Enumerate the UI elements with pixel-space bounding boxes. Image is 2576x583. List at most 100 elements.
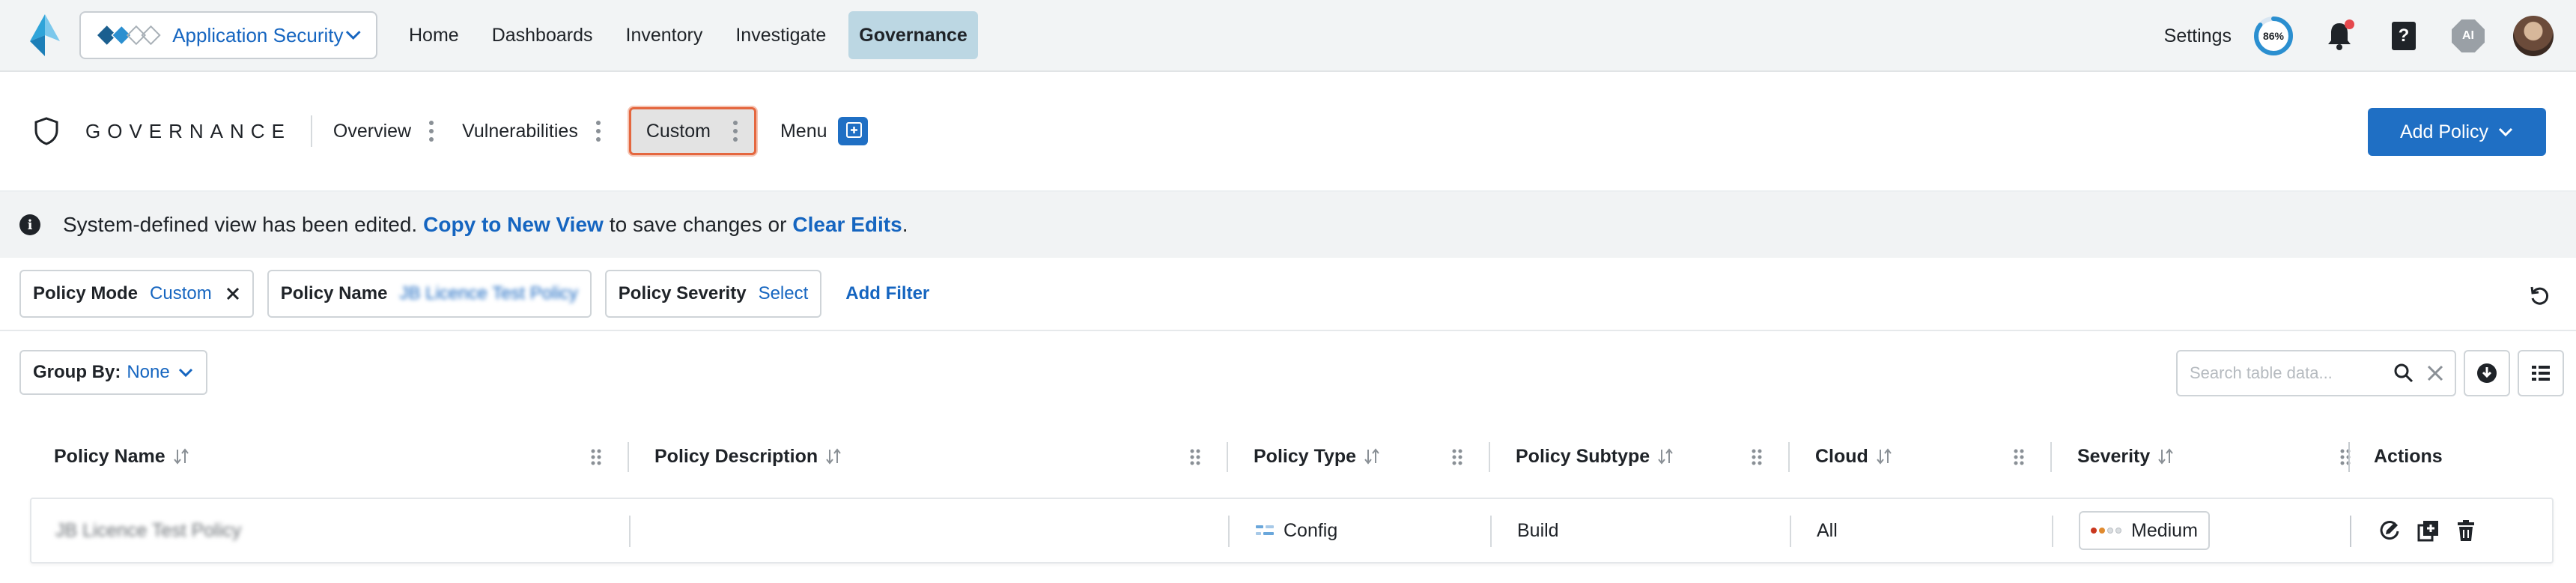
settings-link[interactable]: Settings xyxy=(2164,25,2232,47)
cell-policy-type: Config xyxy=(1255,499,1337,562)
column-header-label: Policy Description xyxy=(654,445,818,467)
copy-icon[interactable] xyxy=(2417,519,2440,542)
ai-assistant-button[interactable]: AI xyxy=(2449,16,2488,55)
filter-policy-mode[interactable]: Policy Mode Custom xyxy=(19,270,254,318)
nav-governance[interactable]: Governance xyxy=(848,11,978,59)
views-menu-label[interactable]: Menu xyxy=(780,121,827,142)
column-header-label: Policy Subtype xyxy=(1516,445,1650,467)
chevron-down-icon xyxy=(178,368,192,378)
app-selector[interactable]: Application Security xyxy=(79,11,377,59)
banner-text-middle: to save changes or xyxy=(609,213,787,236)
search-input[interactable] xyxy=(2190,363,2393,383)
add-policy-button[interactable]: Add Policy xyxy=(2368,108,2546,156)
kebab-menu-icon[interactable] xyxy=(428,119,435,143)
edit-icon[interactable] xyxy=(2378,519,2401,542)
banner-text: System-defined view has been edited. xyxy=(63,213,418,236)
table-row[interactable]: JB Licence Test Policy Config Build All … xyxy=(30,498,2554,564)
clear-search-icon[interactable] xyxy=(2426,364,2444,382)
search-icon[interactable] xyxy=(2393,363,2414,384)
cell-divider xyxy=(1228,516,1230,547)
kebab-menu-icon[interactable] xyxy=(732,119,739,143)
download-icon xyxy=(2477,363,2497,383)
cell-actions xyxy=(2378,499,2476,562)
shield-icon xyxy=(34,117,58,145)
config-icon xyxy=(1256,525,1274,535)
tab-custom[interactable]: Custom xyxy=(628,107,756,155)
tab-overview[interactable]: Overview xyxy=(333,119,441,143)
nav-dashboards[interactable]: Dashboards xyxy=(482,11,604,59)
drag-handle-icon[interactable] xyxy=(1189,448,1201,466)
clear-edits-link[interactable]: Clear Edits xyxy=(792,213,902,237)
column-settings-button[interactable] xyxy=(2518,350,2564,396)
add-view-icon xyxy=(845,122,862,138)
progress-percent: 86% xyxy=(2262,30,2285,42)
trash-icon[interactable] xyxy=(2456,519,2476,542)
notification-badge xyxy=(2345,19,2354,29)
filter-policy-name[interactable]: Policy Name JB Licence Test Policy xyxy=(267,270,592,318)
kebab-menu-icon[interactable] xyxy=(595,119,602,143)
cell-divider xyxy=(2052,516,2053,547)
tab-custom-label: Custom xyxy=(645,120,711,142)
drag-handle-icon[interactable] xyxy=(1751,448,1763,466)
column-divider[interactable] xyxy=(1788,442,1790,472)
column-header-label: Policy Type xyxy=(1254,445,1357,467)
cell-divider xyxy=(1490,516,1492,547)
sort-icon[interactable] xyxy=(1876,447,1892,465)
drag-handle-icon[interactable] xyxy=(2013,448,2025,466)
sort-icon[interactable] xyxy=(825,447,842,465)
policies-table: Policy Name Policy Description Policy Ty… xyxy=(0,415,2576,564)
notifications-button[interactable] xyxy=(2320,16,2359,55)
close-icon[interactable] xyxy=(225,286,240,301)
sort-icon[interactable] xyxy=(1657,447,1674,465)
info-icon: i xyxy=(19,214,40,235)
help-button[interactable]: ? xyxy=(2384,16,2423,55)
column-header-severity[interactable]: Severity xyxy=(2077,415,2174,498)
drag-handle-icon[interactable] xyxy=(1451,448,1463,466)
cell-policy-name[interactable]: JB Licence Test Policy xyxy=(55,499,241,562)
sort-icon[interactable] xyxy=(1364,447,1380,465)
help-book-icon: ? xyxy=(2392,22,2416,50)
cell-divider xyxy=(629,516,631,547)
drag-handle-icon[interactable] xyxy=(590,448,602,466)
column-divider[interactable] xyxy=(2050,442,2052,472)
column-header-label: Policy Name xyxy=(54,445,165,467)
reset-filters-icon[interactable] xyxy=(2528,285,2551,307)
group-by-value: None xyxy=(127,362,170,382)
sort-icon[interactable] xyxy=(2157,447,2174,465)
nav-inventory[interactable]: Inventory xyxy=(616,11,714,59)
add-filter-button[interactable]: Add Filter xyxy=(845,283,929,304)
severity-badge: Medium xyxy=(2079,511,2210,550)
add-view-button[interactable] xyxy=(837,117,868,145)
column-divider[interactable] xyxy=(1489,442,1490,472)
sort-icon[interactable] xyxy=(173,447,189,465)
column-header-policy-name[interactable]: Policy Name xyxy=(54,415,189,498)
tab-vulnerabilities[interactable]: Vulnerabilities xyxy=(462,119,608,143)
pinned-column-divider xyxy=(2348,442,2350,472)
nav-home[interactable]: Home xyxy=(398,11,470,59)
title-divider xyxy=(310,115,312,147)
column-header-label: Severity xyxy=(2077,445,2151,467)
onboarding-progress-ring[interactable]: 86% xyxy=(2253,15,2294,57)
chevron-down-icon xyxy=(2499,127,2513,137)
group-by-select[interactable]: Group By: None xyxy=(19,350,207,395)
cell-severity: Medium xyxy=(2079,499,2210,562)
app-logo-icon[interactable] xyxy=(27,11,63,59)
cell-cloud: All xyxy=(1817,519,1838,541)
avatar[interactable] xyxy=(2513,16,2554,56)
copy-to-new-view-link[interactable]: Copy to New View xyxy=(423,213,604,237)
app-selector-label: Application Security xyxy=(172,23,344,46)
column-header-label: Cloud xyxy=(1815,445,1868,467)
download-button[interactable] xyxy=(2464,350,2510,396)
column-divider[interactable] xyxy=(628,442,629,472)
nav-investigate[interactable]: Investigate xyxy=(725,11,836,59)
cell-policy-type-label: Config xyxy=(1284,519,1338,541)
severity-label: Medium xyxy=(2131,519,2198,541)
filter-label: Policy Severity xyxy=(618,283,747,303)
column-header-cloud[interactable]: Cloud xyxy=(1815,415,1892,498)
column-header-policy-description[interactable]: Policy Description xyxy=(654,415,842,498)
column-header-policy-subtype[interactable]: Policy Subtype xyxy=(1516,415,1674,498)
filter-policy-severity[interactable]: Policy Severity Select xyxy=(604,270,822,318)
column-divider[interactable] xyxy=(1227,442,1228,472)
chevron-down-icon xyxy=(345,31,361,40)
column-header-policy-type[interactable]: Policy Type xyxy=(1254,415,1380,498)
